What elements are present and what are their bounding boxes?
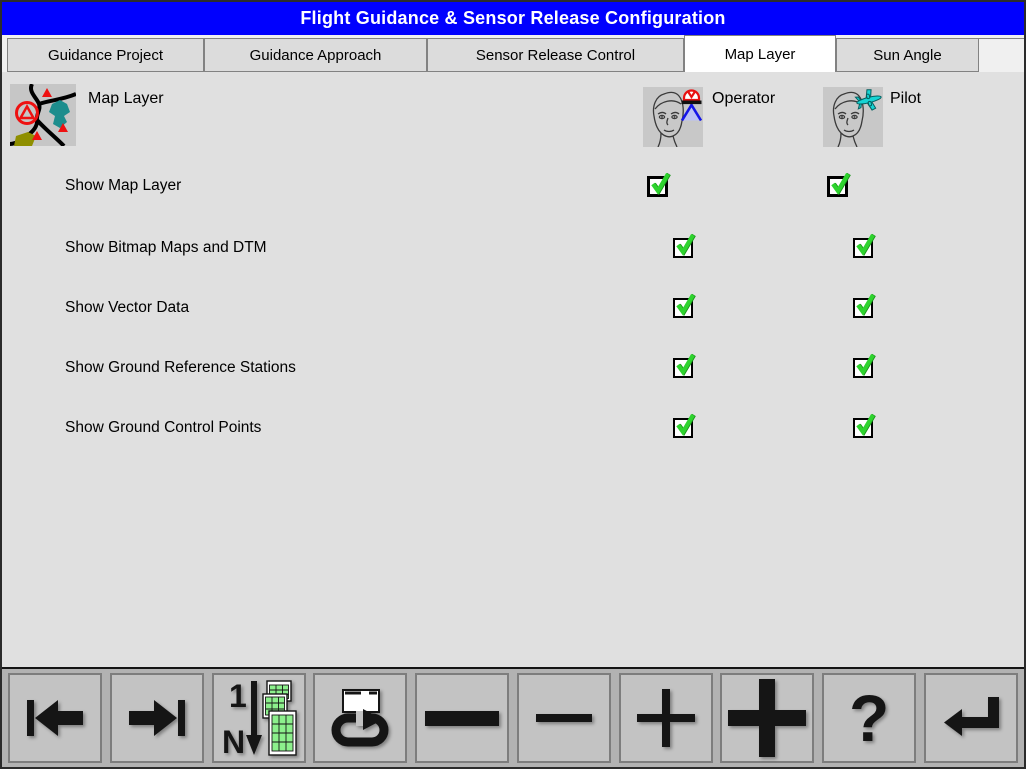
sort-pages-button[interactable]: 1 N [212, 673, 306, 763]
cycle-window-button[interactable] [313, 673, 407, 763]
checkbox-show-bitmap-dtm-operator[interactable] [673, 238, 693, 258]
row-label: Show Ground Reference Stations [65, 359, 296, 377]
tab-sensor-release-control[interactable]: Sensor Release Control [427, 38, 684, 72]
arrow-right-to-bar-icon [124, 693, 190, 743]
tab-bar-filler [979, 38, 1024, 72]
table-row: Show Vector Data [2, 298, 1024, 322]
help-button[interactable]: ? [822, 673, 916, 763]
window-cycle-loop-icon [327, 688, 393, 748]
title-bar: Flight Guidance & Sensor Release Configu… [2, 2, 1024, 35]
row-label: Show Bitmap Maps and DTM [65, 239, 267, 257]
tab-map-layer[interactable]: Map Layer [684, 35, 836, 72]
checkbox-show-ground-reference-stations-operator[interactable] [673, 358, 693, 378]
page-first-button[interactable] [8, 673, 102, 763]
enter-return-arrow-icon [940, 693, 1002, 743]
tab-guidance-project[interactable]: Guidance Project [7, 38, 204, 72]
increase-fine-button[interactable] [619, 673, 713, 763]
question-mark-icon: ? [849, 685, 889, 751]
minus-thin-icon [536, 714, 592, 722]
tab-guidance-approach[interactable]: Guidance Approach [204, 38, 427, 72]
checkbox-show-bitmap-dtm-pilot[interactable] [853, 238, 873, 258]
table-row: Show Ground Reference Stations [2, 358, 1024, 382]
map-layer-icon [10, 84, 76, 151]
svg-text:1: 1 [229, 679, 247, 714]
checkbox-show-map-layer-pilot[interactable] [827, 176, 848, 197]
checkbox-show-ground-control-points-pilot[interactable] [853, 418, 873, 438]
minus-thick-icon [425, 711, 499, 726]
bottom-toolbar: 1 N [2, 667, 1024, 767]
plus-thin-icon [637, 689, 695, 747]
column-header-pilot: Pilot [890, 90, 921, 108]
pilot-face-airplane-icon [823, 87, 883, 152]
column-header-operator: Operator [712, 90, 775, 108]
checkbox-show-vector-data-operator[interactable] [673, 298, 693, 318]
tab-bar: Guidance Project Guidance Approach Senso… [2, 35, 1024, 72]
operator-face-camera-icon [643, 87, 703, 152]
table-row: Show Bitmap Maps and DTM [2, 238, 1024, 262]
table-row: Show Map Layer [2, 176, 1024, 200]
arrow-left-to-bar-icon [22, 693, 88, 743]
row-label: Show Ground Control Points [65, 419, 261, 437]
panel-title: Map Layer [88, 90, 164, 108]
checkbox-show-ground-reference-stations-pilot[interactable] [853, 358, 873, 378]
enter-button[interactable] [924, 673, 1018, 763]
window-title: Flight Guidance & Sensor Release Configu… [300, 8, 725, 29]
checkbox-show-vector-data-pilot[interactable] [853, 298, 873, 318]
row-label: Show Map Layer [65, 177, 181, 195]
table-row: Show Ground Control Points [2, 418, 1024, 442]
increase-coarse-button[interactable] [720, 673, 814, 763]
map-layer-panel: Map Layer [2, 72, 1024, 667]
svg-text:N: N [222, 724, 245, 757]
plus-thick-icon [728, 679, 806, 757]
application-window: Flight Guidance & Sensor Release Configu… [0, 0, 1026, 769]
decrease-fine-button[interactable] [517, 673, 611, 763]
tab-sun-angle[interactable]: Sun Angle [836, 38, 979, 72]
sort-1-to-n-pages-icon: 1 N [221, 679, 297, 757]
row-label: Show Vector Data [65, 299, 189, 317]
page-last-button[interactable] [110, 673, 204, 763]
decrease-coarse-button[interactable] [415, 673, 509, 763]
checkbox-show-map-layer-operator[interactable] [647, 176, 668, 197]
checkbox-show-ground-control-points-operator[interactable] [673, 418, 693, 438]
